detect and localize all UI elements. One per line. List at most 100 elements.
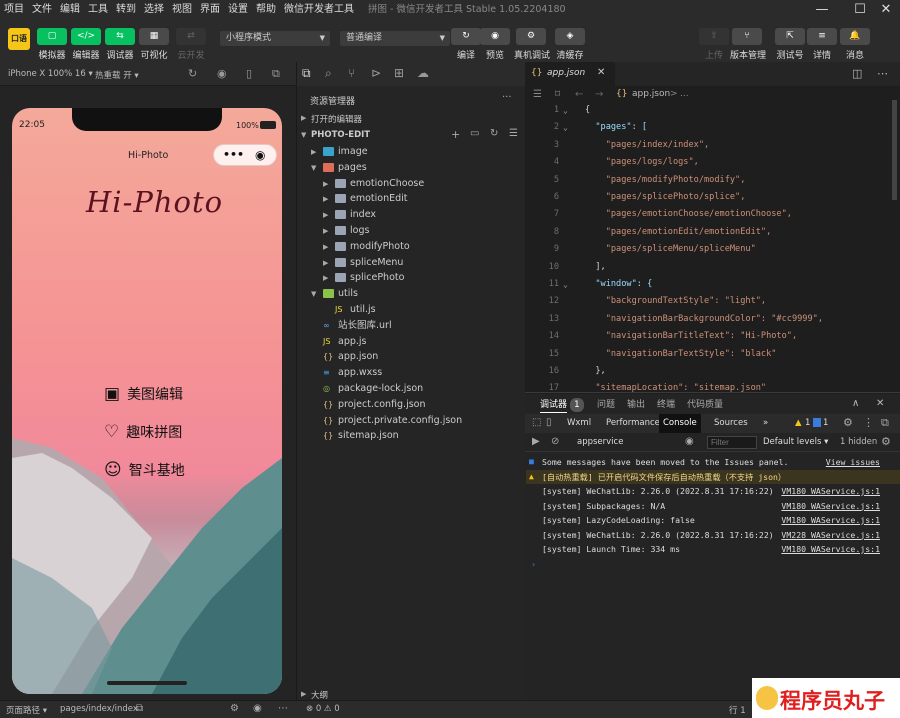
code-line[interactable]: 10 ], [525,259,890,277]
forward-icon[interactable]: → [595,89,603,100]
split-icon[interactable]: ◫ [852,67,862,80]
fold-icon[interactable]: ⌄ [563,276,568,294]
devtools-tab-3[interactable]: 输出 [627,398,645,412]
cursor-position[interactable]: 行 1 [729,704,746,716]
collapse-icon[interactable]: ∧ [852,398,859,409]
tree-item[interactable]: JS app.js [297,334,526,350]
right_buttons-button-1[interactable]: ⑂ 版本管理 [730,28,766,61]
left_buttons-button-1[interactable]: </> 编辑器 [69,28,103,61]
tree-item[interactable]: JS util.js [297,302,526,318]
right_buttons-button-2[interactable]: ⇱ 测试号 [773,28,807,61]
breadcrumb-file[interactable]: app.json [632,89,670,99]
right_buttons-button-0[interactable]: ⇧ 上传 [697,28,731,61]
devtools-subtab-2[interactable]: Console [659,414,701,433]
devtools-tab-4[interactable]: 终端 [657,398,675,412]
mid_buttons-button-2[interactable]: ⚙ 真机调试 [514,28,550,61]
left_buttons-button-0[interactable]: ▢ 模拟器 [35,28,69,61]
more-icon[interactable]: ⋮ [863,416,874,429]
source-link[interactable]: VM180 WAService.js:1 [781,499,880,514]
refresh-icon[interactable]: ↻ [490,128,498,139]
tree-item[interactable]: ▶ emotionChoose [297,176,526,192]
phone-icon[interactable]: ▯ [246,67,252,80]
right_buttons-button-4[interactable]: 🔔 消息 [838,28,872,61]
more-icon[interactable]: ••• [223,148,244,161]
tree-item[interactable]: {} project.private.config.json [297,413,526,429]
menu-item-10[interactable]: 微信开发者工具 [280,0,358,20]
mid_buttons-button-3[interactable]: ◈ 清缓存 [553,28,587,61]
menu-item-0[interactable]: 项目 [0,0,28,20]
code-line[interactable]: 1 {⌄ [525,102,890,120]
minimize-button[interactable]: — [808,0,836,20]
code-line[interactable]: 16 }, [525,363,890,381]
left_buttons-button-3[interactable]: ▦ 可视化 [137,28,171,61]
code-line[interactable]: 15 "navigationBarTextStyle": "black" [525,346,890,364]
refresh-icon[interactable]: ↻ [188,67,197,80]
source-link[interactable]: VM228 WAService.js:1 [781,528,880,543]
capsule-menu[interactable]: ••• ◉ [213,144,277,166]
menu-item-3[interactable]: 工具 [84,0,112,20]
code-line[interactable]: 14 "navigationBarTitleText": "Hi-Photo", [525,328,890,346]
settings-icon[interactable]: ⚙ [843,416,853,429]
debug-icon[interactable]: ⊳ [371,66,381,80]
menu-item-4[interactable]: 转到 [112,0,140,20]
code-line[interactable]: 8 "pages/emotionEdit/emotionEdit", [525,224,890,242]
devtools-tab-0[interactable]: 调试器 [540,398,568,413]
tree-item[interactable]: {} sitemap.json [297,428,526,444]
tree-item[interactable]: ▶ image [297,144,526,160]
tree-item[interactable]: ≡ app.wxss [297,365,526,381]
devtools-subtab-0[interactable]: Wxml [563,414,595,433]
tree-item[interactable]: ▼ pages [297,160,526,176]
code-line[interactable]: 2 "pages": [⌄ [525,119,890,137]
device-select[interactable]: iPhone X 100% 16 ▾ [8,69,93,79]
console-prompt[interactable]: › [526,557,900,572]
eye-icon[interactable]: ◉ [685,436,694,447]
new-file-icon[interactable]: + [451,128,460,141]
menu-item-6[interactable]: 视图 [168,0,196,20]
inspect-icon[interactable]: ⬚ [532,417,541,428]
sidebar-icon[interactable]: ▶ [532,436,540,447]
source-link[interactable]: VM180 WAService.js:1 [781,484,880,499]
close-icon[interactable]: ✕ [876,398,884,409]
phone-menu-item[interactable]: ☺ 智斗基地 [104,460,185,482]
tree-item[interactable]: ∞ 站长图库.url [297,318,526,334]
source-link[interactable]: VM180 WAService.js:1 [781,542,880,557]
devtools-subtab-1[interactable]: Performance [602,414,664,433]
code-line[interactable]: 6 "pages/splicePhoto/splice", [525,189,890,207]
mid_buttons-button-1[interactable]: ◉ 预览 [478,28,512,61]
left_buttons-button-2[interactable]: ⇆ 调试器 [103,28,137,61]
devtools-subtab-4[interactable]: » [759,414,772,433]
menu-item-7[interactable]: 界面 [196,0,224,20]
hotreload-toggle[interactable]: 热重载 开 ▾ [95,69,139,81]
tree-item[interactable]: {} project.config.json [297,397,526,413]
breadcrumb-more[interactable]: ... [680,89,689,99]
files-icon[interactable]: ⧉ [302,66,311,81]
extensions-icon[interactable]: ⊞ [394,66,404,80]
right_buttons-button-3[interactable]: ≡ 详情 [805,28,839,61]
compile-select[interactable]: 普通编译 ▼ [340,31,450,46]
eye-icon[interactable]: ◉ [253,703,262,714]
back-icon[interactable]: ← [575,89,583,100]
more-icon[interactable]: ⋯ [278,703,288,714]
mode-select[interactable]: 小程序模式 ▼ [220,31,330,46]
code-line[interactable]: 3 "pages/index/index", [525,137,890,155]
menu-icon[interactable]: ☰ [533,89,542,100]
tree-item[interactable]: ▶ logs [297,223,526,239]
popout-icon[interactable]: ⧉ [881,416,889,430]
menu-item-1[interactable]: 文件 [28,0,56,20]
device-icon[interactable]: ▯ [546,417,552,428]
left_buttons-button-4[interactable]: ⇄ 云开发 [174,28,208,61]
new-folder-icon[interactable]: ▭ [470,128,479,139]
search-icon[interactable]: ⌕ [325,66,332,81]
tree-item[interactable]: ▶ spliceMenu [297,255,526,271]
devtools-subtab-3[interactable]: Sources [710,414,752,433]
collapse-icon[interactable]: ☰ [509,128,518,139]
settings-icon[interactable]: ⚙ [230,703,239,714]
tree-item[interactable]: ▶ modifyPhoto [297,239,526,255]
branch-icon[interactable]: ⑂ [348,66,355,80]
close-button[interactable]: ✕ [872,0,900,20]
scrollbar[interactable] [892,100,897,200]
tree-item[interactable]: ▶ splicePhoto [297,270,526,286]
levels-select[interactable]: Default levels ▾ [763,437,828,447]
code-line[interactable]: 11 "window": {⌄ [525,276,890,294]
menu-item-5[interactable]: 选择 [140,0,168,20]
